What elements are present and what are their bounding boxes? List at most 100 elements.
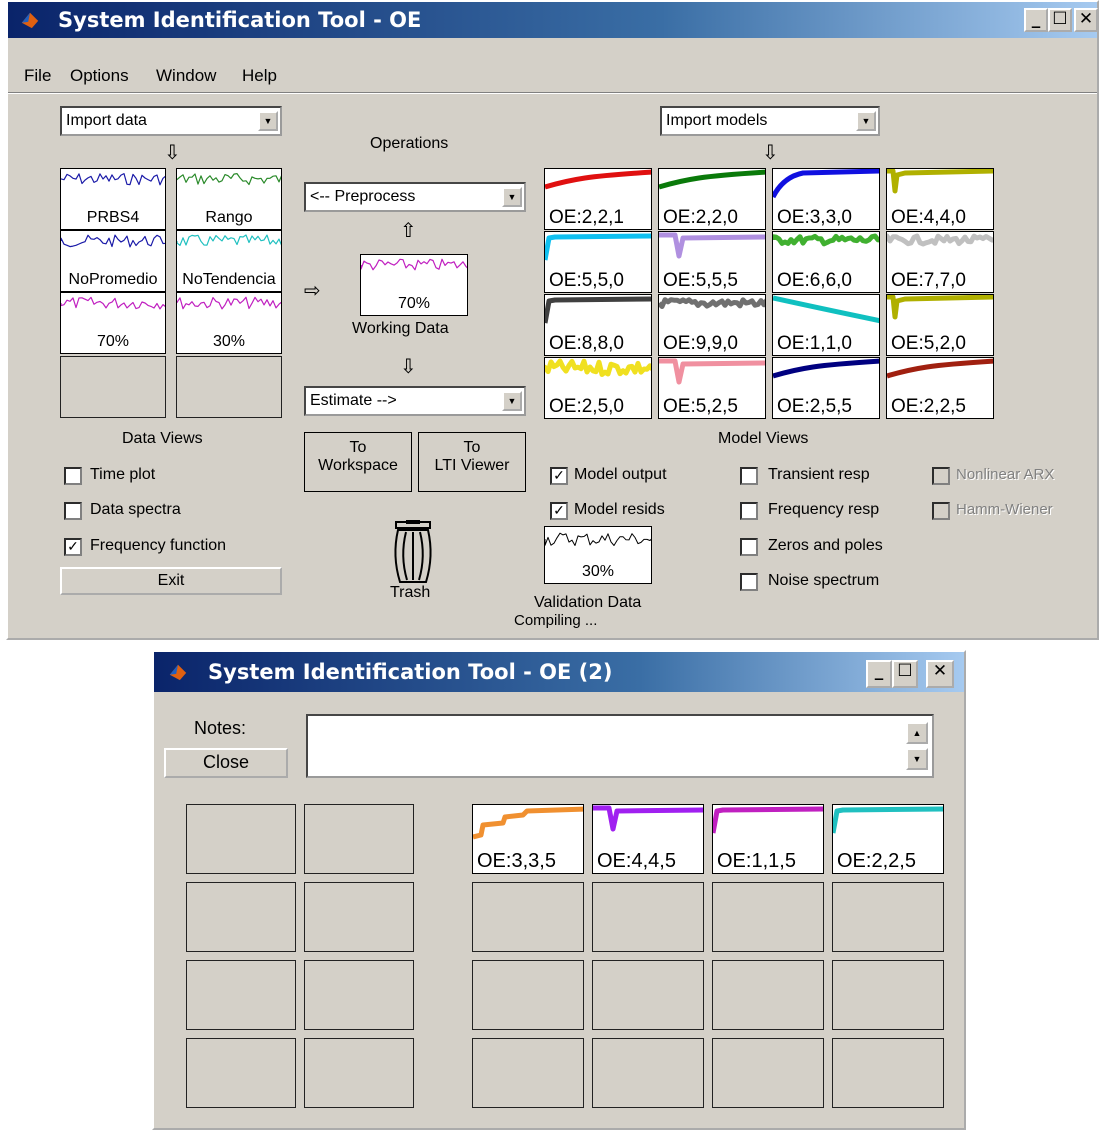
validation-tile-label: 30% [581,563,615,580]
model-tile[interactable]: OE:2,2,5 [886,357,994,419]
frequency-resp-label: Frequency resp [768,501,880,518]
model-tile[interactable]: OE:2,2,0 [658,168,766,230]
model-tile[interactable]: OE:5,5,0 [544,231,652,293]
empty-model-slot[interactable] [832,960,944,1030]
working-data-tile[interactable]: 70% [360,254,468,316]
model-tile[interactable]: OE:9,9,0 [658,294,766,356]
data-tile[interactable]: 30% [176,292,282,354]
model-tile[interactable]: OE:8,8,0 [544,294,652,356]
model-tile[interactable]: OE:2,2,1 [544,168,652,230]
chevron-down-icon[interactable]: ▼ [502,187,522,207]
model-tile[interactable]: OE:3,3,0 [772,168,880,230]
empty-data-slot[interactable] [186,882,296,952]
empty-data-slot[interactable] [304,1038,414,1108]
model-tile[interactable]: OE:2,5,5 [772,357,880,419]
chevron-down-icon[interactable]: ▼ [502,391,522,411]
model-tile[interactable]: OE:1,1,0 [772,294,880,356]
validation-data-tile[interactable]: 30% [544,526,652,584]
import-data-popup[interactable]: Import data ▼ [60,106,282,136]
menu-file[interactable]: File [24,66,51,86]
down-arrow-icon: ⇩ [164,140,181,164]
empty-data-slot[interactable] [186,1038,296,1108]
preprocess-popup[interactable]: <-- Preprocess ▼ [304,182,526,212]
title-bar[interactable]: System Identification Tool - OE (2) _ ☐ … [154,652,964,692]
close-window-button[interactable]: ✕ [926,660,954,688]
zeros-poles-checkbox[interactable] [740,538,758,556]
to-lti-line2: LTI Viewer [434,457,510,474]
model-tile[interactable]: OE:5,2,5 [658,357,766,419]
empty-model-slot[interactable] [712,1038,824,1108]
scroll-up-button[interactable]: ▲ [906,722,928,744]
exit-button[interactable]: Exit [60,567,282,595]
to-lti-viewer-button[interactable]: To LTI Viewer [418,432,526,492]
data-tile[interactable]: NoTendencia [176,230,282,292]
trash-icon[interactable] [390,520,436,586]
estimate-popup[interactable]: Estimate --> ▼ [304,386,526,416]
model-resids-checkbox[interactable]: ✓ [550,502,568,520]
empty-data-slot[interactable] [176,356,282,418]
empty-model-slot[interactable] [592,882,704,952]
model-tile-label: OE:2,2,5 [891,396,966,417]
model-tile[interactable]: OE:7,7,0 [886,231,994,293]
empty-model-slot[interactable] [472,882,584,952]
model-tile[interactable]: OE:4,4,0 [886,168,994,230]
maximize-button[interactable]: ☐ [892,660,918,688]
empty-model-slot[interactable] [592,960,704,1030]
close-button[interactable]: Close [164,748,288,778]
frequency-function-checkbox[interactable]: ✓ [64,538,82,556]
time-plot-label: Time plot [90,466,156,483]
menu-window[interactable]: Window [156,66,216,86]
empty-data-slot[interactable] [304,960,414,1030]
minimize-button[interactable]: _ [866,660,892,688]
model-output-checkbox[interactable]: ✓ [550,467,568,485]
data-tile[interactable]: Rango [176,168,282,230]
scroll-down-button[interactable]: ▼ [906,748,928,770]
empty-model-slot[interactable] [832,1038,944,1108]
chevron-down-icon[interactable]: ▼ [856,111,876,131]
empty-model-slot[interactable] [472,960,584,1030]
empty-model-slot[interactable] [712,960,824,1030]
empty-model-slot[interactable] [712,882,824,952]
model-tile[interactable]: OE:3,3,5 [472,804,584,874]
import-models-popup[interactable]: Import models ▼ [660,106,880,136]
data-tile-label: 30% [212,333,246,350]
model-tile[interactable]: OE:6,6,0 [772,231,880,293]
noise-spectrum-label: Noise spectrum [768,572,880,589]
noise-spectrum-checkbox[interactable] [740,573,758,591]
menu-help[interactable]: Help [242,66,277,86]
data-tile-label: 70% [96,333,130,350]
minimize-button[interactable]: _ [1024,8,1048,32]
menu-options[interactable]: Options [70,66,129,86]
chevron-down-icon[interactable]: ▼ [258,111,278,131]
notes-label: Notes: [194,718,247,738]
empty-model-slot[interactable] [592,1038,704,1108]
close-window-button[interactable]: ✕ [1074,8,1098,32]
model-tile-label: OE:6,6,0 [777,270,852,291]
empty-model-slot[interactable] [832,882,944,952]
title-bar[interactable]: System Identification Tool - OE _ ☐ ✕ [8,2,1098,38]
data-tile[interactable]: PRBS4 [60,168,166,230]
maximize-button[interactable]: ☐ [1048,8,1072,32]
empty-data-slot[interactable] [186,804,296,874]
empty-model-slot[interactable] [472,1038,584,1108]
model-tile[interactable]: OE:5,2,0 [886,294,994,356]
frequency-resp-checkbox[interactable] [740,502,758,520]
model-tile[interactable]: OE:4,4,5 [592,804,704,874]
empty-data-slot[interactable] [304,804,414,874]
data-tile[interactable]: NoPromedio [60,230,166,292]
empty-data-slot[interactable] [186,960,296,1030]
empty-data-slot[interactable] [60,356,166,418]
data-spectra-checkbox[interactable] [64,502,82,520]
empty-data-slot[interactable] [304,882,414,952]
data-tile[interactable]: 70% [60,292,166,354]
transient-resp-checkbox[interactable] [740,467,758,485]
model-tile[interactable]: OE:2,5,0 [544,357,652,419]
model-tile-label: OE:4,4,5 [597,850,676,872]
down-arrow-icon: ⇩ [762,140,779,164]
model-tile[interactable]: OE:1,1,5 [712,804,824,874]
to-workspace-button[interactable]: To Workspace [304,432,412,492]
model-tile[interactable]: OE:2,2,5 [832,804,944,874]
notes-field[interactable]: ▲ ▼ [306,714,934,778]
model-tile[interactable]: OE:5,5,5 [658,231,766,293]
time-plot-checkbox[interactable] [64,467,82,485]
